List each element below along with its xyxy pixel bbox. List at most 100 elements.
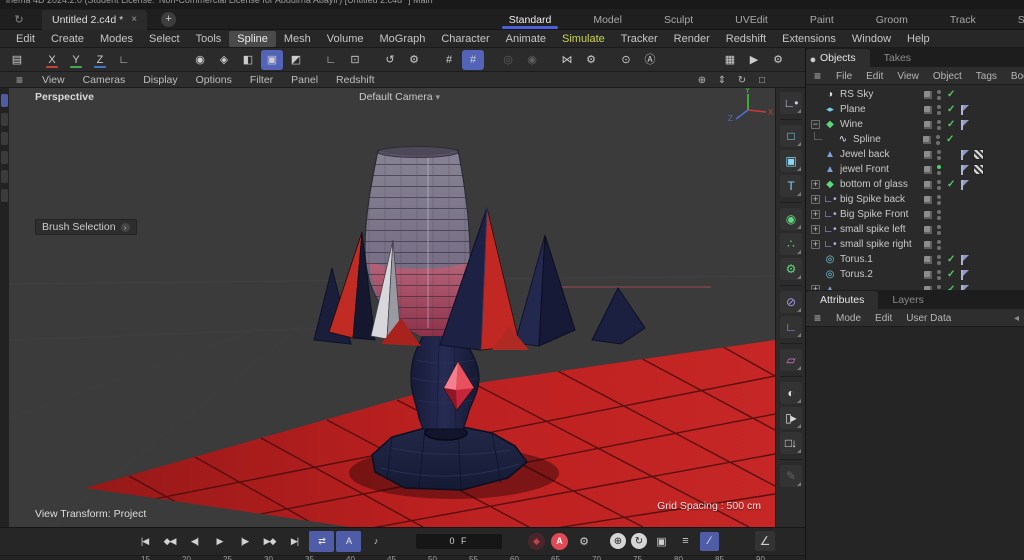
layer-chip[interactable] <box>924 256 932 264</box>
viewport-menu-display[interactable]: Display <box>134 73 186 87</box>
camera-icon[interactable]: ▯▸ <box>780 407 802 429</box>
stage-icon[interactable]: □↓ <box>780 432 802 454</box>
visibility-dots[interactable] <box>937 105 941 115</box>
visibility-dots[interactable] <box>937 90 941 100</box>
enabled-check-icon[interactable]: ✓ <box>947 269 960 280</box>
points-mode-icon[interactable]: ◉ <box>189 50 211 70</box>
workplane-icon[interactable]: ∟ <box>320 50 342 70</box>
texture-mode-icon[interactable]: ◩ <box>285 50 307 70</box>
record-parameters-icon[interactable]: ≡ <box>676 532 695 551</box>
add-tab-button[interactable]: + <box>161 12 176 27</box>
keying-settings-button[interactable]: ⚙ <box>574 533 594 550</box>
object-row-bottom-of-glass[interactable]: +◆bottom of glass✓ <box>806 177 1024 192</box>
object-row-plane[interactable]: ◆Plane✓ <box>806 102 1024 117</box>
viewport-menu-filter[interactable]: Filter <box>241 73 282 87</box>
phong-tag-icon[interactable] <box>960 270 969 280</box>
enabled-check-icon[interactable]: ✓ <box>947 89 960 100</box>
menu-volume[interactable]: Volume <box>319 31 372 47</box>
model-mode-icon[interactable]: ▣ <box>261 50 283 70</box>
tweak-mode-icon[interactable]: ⚙ <box>580 50 602 70</box>
visibility-dots[interactable] <box>936 135 940 145</box>
attributes-menu-mode[interactable]: Mode <box>829 312 868 325</box>
record-rotation-icon[interactable]: ↻ <box>631 533 647 549</box>
modeling-settings-icon[interactable]: ⚙ <box>403 50 425 70</box>
attributes-tab-layers[interactable]: Layers <box>878 291 938 309</box>
menu-create[interactable]: Create <box>43 31 92 47</box>
menu-character[interactable]: Character <box>433 31 497 47</box>
layout-tab-groom[interactable]: Groom <box>855 9 929 30</box>
layer-chip[interactable] <box>924 271 932 279</box>
object-row-torus-2[interactable]: ◎Torus.2✓ <box>806 267 1024 282</box>
document-tab[interactable]: Untitled 2.c4d * × <box>42 10 147 30</box>
objects-menu-icon[interactable]: ≡ <box>814 69 821 83</box>
maximize-view-icon[interactable]: □ <box>755 75 769 86</box>
visibility-dots[interactable] <box>937 120 941 130</box>
volume-mesher-icon[interactable]: ∟ <box>780 316 802 338</box>
spline-pen-icon[interactable]: ∟• <box>780 92 802 114</box>
goto-end-button[interactable]: ▶| <box>282 531 307 552</box>
phong-tag-icon[interactable] <box>960 150 969 160</box>
objects-menu-edit[interactable]: Edit <box>859 70 890 83</box>
play-button[interactable]: ▶ <box>207 531 232 552</box>
next-key-button[interactable]: ▶◆ <box>257 531 282 552</box>
menu-modes[interactable]: Modes <box>92 31 141 47</box>
tool-partial-icon[interactable] <box>1 170 8 183</box>
visibility-dots[interactable] <box>937 195 941 205</box>
cube-primitive-icon[interactable]: ▣ <box>780 150 802 172</box>
camera-menu-icon[interactable]: ▾ <box>435 92 440 102</box>
visibility-dots[interactable] <box>937 270 941 280</box>
texture-tag-icon[interactable] <box>973 164 984 175</box>
camera-label[interactable]: Default Camera ▾ <box>359 91 440 103</box>
menu-mesh[interactable]: Mesh <box>276 31 319 47</box>
visibility-dots[interactable] <box>937 150 941 160</box>
layer-chip[interactable] <box>924 121 932 129</box>
deformer-gear-icon[interactable]: ⚙ <box>780 258 802 280</box>
loop-toggle[interactable]: ⇄ <box>309 531 334 552</box>
layout-tab-model[interactable]: Model <box>572 9 643 30</box>
viewport[interactable]: Y X Z Perspective Default Camera ▾ Brush… <box>9 88 775 527</box>
planar-workplane-icon[interactable]: ⊡ <box>344 50 366 70</box>
layout-tab-uvedit[interactable]: UVEdit <box>714 9 789 30</box>
phong-tag-icon[interactable] <box>960 105 969 115</box>
visibility-dots[interactable] <box>937 240 941 250</box>
coordinate-system-icon[interactable]: ∟ <box>113 50 135 70</box>
layer-chip[interactable] <box>924 241 932 249</box>
edges-mode-icon[interactable]: ◈ <box>213 50 235 70</box>
object-row-rs-sky[interactable]: ◑RS Sky✓ <box>806 87 1024 102</box>
material-sphere-icon[interactable]: ● <box>802 50 824 70</box>
enabled-check-icon[interactable]: ✓ <box>947 119 960 130</box>
layout-grid-icon[interactable]: ▤ <box>6 50 28 70</box>
phong-tag-icon[interactable] <box>960 255 969 265</box>
visibility-dots[interactable] <box>937 225 941 235</box>
layer-chip[interactable] <box>924 106 932 114</box>
object-row-small-spike-left[interactable]: +∟•small spike left <box>806 222 1024 237</box>
symmetry-icon[interactable]: ⋈ <box>556 50 578 70</box>
menu-simulate[interactable]: Simulate <box>554 31 613 47</box>
viewport-canvas[interactable]: Y X Z <box>9 88 775 527</box>
record-position-icon[interactable]: ⊕ <box>610 533 626 549</box>
layer-chip[interactable] <box>924 211 932 219</box>
orbit-icon[interactable]: ↻ <box>735 75 749 86</box>
objects-menu-object[interactable]: Object <box>926 70 969 83</box>
sound-toggle[interactable]: ♪ <box>363 531 388 552</box>
menu-extensions[interactable]: Extensions <box>774 31 844 47</box>
record-button[interactable]: ◆ <box>528 533 545 550</box>
layout-tab-track[interactable]: Track <box>929 9 997 30</box>
render-view-icon[interactable]: ▦ <box>719 50 741 70</box>
viewport-menu-view[interactable]: View <box>33 73 74 87</box>
attributes-tab-attributes[interactable]: Attributes <box>806 291 878 309</box>
viewport-menu-options[interactable]: Options <box>187 73 241 87</box>
tool-partial-icon[interactable] <box>1 132 8 145</box>
menu-help[interactable]: Help <box>899 31 938 47</box>
viewport-menu-icon[interactable]: ≡ <box>16 73 23 87</box>
object-row-small-spike-right[interactable]: +∟•small spike right <box>806 237 1024 252</box>
object-row-torus-1[interactable]: ◎Torus.1✓ <box>806 252 1024 267</box>
timeline-ruler[interactable]: 15202530354045505560657075808590 <box>0 555 805 560</box>
phong-tag-icon[interactable] <box>960 120 969 130</box>
prev-frame-button[interactable]: ◀| <box>182 531 207 552</box>
phong-tag-icon[interactable] <box>960 285 969 291</box>
left-tool-strip[interactable] <box>0 88 9 527</box>
object-row-jewel-back[interactable]: ▲Jewel back <box>806 147 1024 162</box>
menu-tools[interactable]: Tools <box>188 31 230 47</box>
goto-start-button[interactable]: |◀ <box>132 531 157 552</box>
